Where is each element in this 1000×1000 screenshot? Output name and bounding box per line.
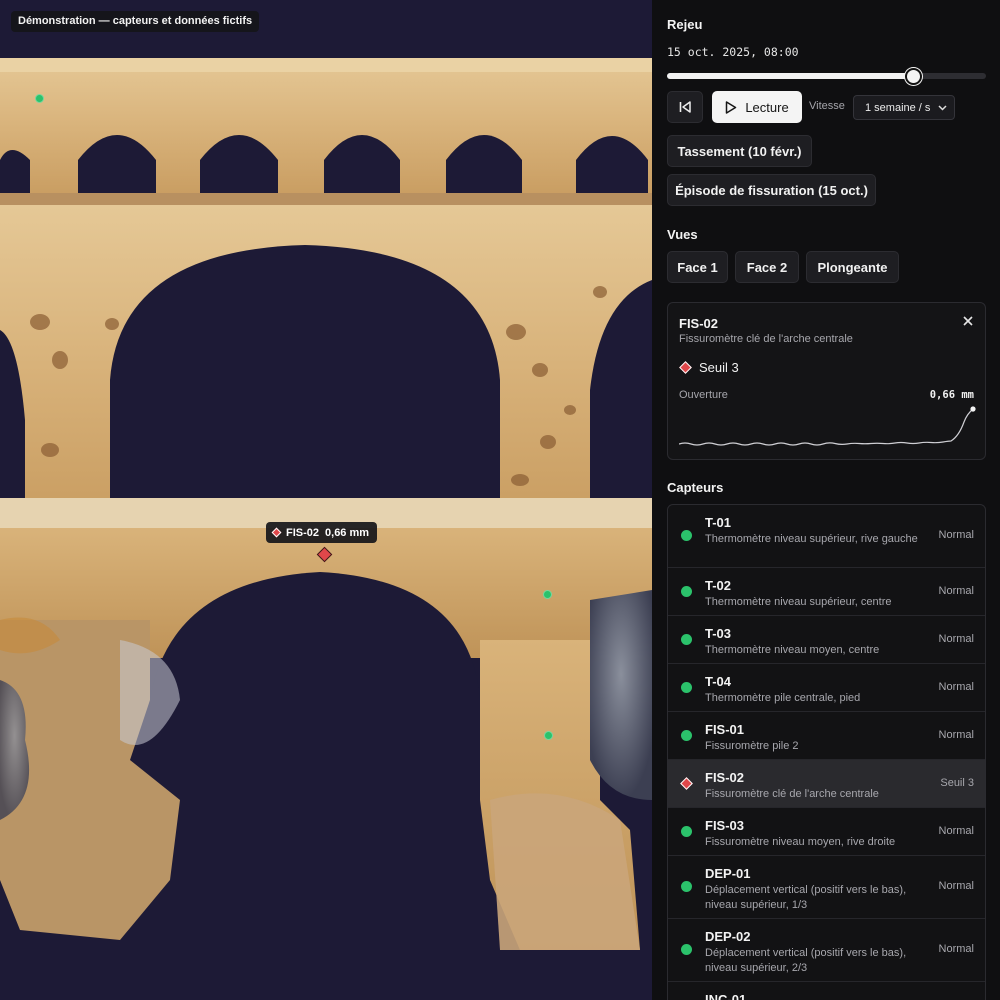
tag-sensor-name: FIS-02 <box>286 526 320 539</box>
sensor-description: Thermomètre niveau supérieur, rive gauch… <box>705 533 918 545</box>
view-button-face-2[interactable]: Face 2 <box>735 251 799 283</box>
sensor-description: Fissuromètre clé de l'arche centrale <box>705 788 879 800</box>
sensor-name: FIS-01 <box>705 722 745 737</box>
replay-timestamp: 15 oct. 2025, 08:00 <box>667 45 799 59</box>
sensor-description: Thermomètre pile centrale, pied <box>705 692 861 704</box>
status-dot-icon <box>681 682 692 693</box>
status-dot-icon <box>681 730 692 741</box>
alert-diamond-icon <box>680 777 693 790</box>
event-button-fissuration[interactable]: Épisode de fissuration (15 oct.) <box>667 174 876 206</box>
sensor-marker-fis-03[interactable] <box>543 590 552 599</box>
view-label: Face 2 <box>746 259 788 275</box>
sensor-status: Normal <box>938 529 974 541</box>
status-dot-icon <box>681 881 692 892</box>
sensor-status: Normal <box>938 681 974 693</box>
sensor-row-t-01[interactable]: T-01 Thermomètre niveau supérieur, rive … <box>668 505 985 568</box>
sensor-name: DEP-01 <box>705 866 751 881</box>
sensor-row-t-03[interactable]: T-03 Thermomètre niveau moyen, centre No… <box>668 616 985 664</box>
status-dot-icon <box>681 944 692 955</box>
detail-sensor-description: Fissuromètre clé de l'arche centrale <box>679 333 853 345</box>
sensor-row-t-04[interactable]: T-04 Thermomètre pile centrale, pied Nor… <box>668 664 985 712</box>
sensor-name: FIS-02 <box>705 770 745 785</box>
aqueduct-model[interactable] <box>0 0 652 1000</box>
sensor-list: T-01 Thermomètre niveau supérieur, rive … <box>667 504 986 1000</box>
sensor-description: Fissuromètre niveau moyen, rive droite <box>705 836 896 848</box>
sensor-marker-t-04[interactable] <box>544 731 553 740</box>
sensor-status: Seuil 3 <box>940 777 974 789</box>
detail-state: Seuil 3 <box>679 360 739 375</box>
sensor-tag-fis-02: FIS-02 0,66 mm <box>266 522 378 543</box>
event-label: Tassement (10 févr.) <box>677 143 802 159</box>
detail-metric-label: Ouverture <box>679 389 728 401</box>
speed-label: Vitesse <box>809 100 845 112</box>
replay-slider[interactable] <box>667 68 986 85</box>
sensor-status: Normal <box>938 585 974 597</box>
sensor-status: Normal <box>938 633 974 645</box>
sensor-status: Normal <box>938 943 974 955</box>
sensor-name: T-01 <box>705 515 732 530</box>
sensor-description: Fissuromètre pile 2 <box>705 740 799 752</box>
sensor-row-t-02[interactable]: T-02 Thermomètre niveau supérieur, centr… <box>668 568 985 616</box>
side-panel: Rejeu 15 oct. 2025, 08:00 Lecture Vitess… <box>652 0 1000 1000</box>
sensor-status: Normal <box>938 729 974 741</box>
chevron-down-icon <box>938 105 947 111</box>
view-button-plongeante[interactable]: Plongeante <box>806 251 899 283</box>
status-dot-icon <box>681 826 692 837</box>
speed-value: 1 semaine / s <box>865 101 931 114</box>
view-button-face-1[interactable]: Face 1 <box>667 251 728 283</box>
sensor-description: Déplacement vertical (positif vers le ba… <box>705 884 907 911</box>
sensor-name: INC-01 <box>705 992 747 1000</box>
detail-metric-value: 0,66 mm <box>929 389 974 401</box>
views-title: Vues <box>667 227 698 242</box>
sensor-name: FIS-03 <box>705 818 745 833</box>
skip-back-icon <box>679 101 691 113</box>
detail-sensor-name: FIS-02 <box>679 316 719 331</box>
tag-sensor-value: 0,66 mm <box>325 526 370 539</box>
status-dot-icon <box>681 530 692 541</box>
status-dot-icon <box>681 634 692 645</box>
view-label: Face 1 <box>677 259 718 275</box>
sensor-status: Normal <box>938 880 974 892</box>
sensor-name: T-04 <box>705 674 732 689</box>
sensor-description: Thermomètre niveau moyen, centre <box>705 644 880 656</box>
sensor-detail-card: FIS-02 Fissuromètre clé de l'arche centr… <box>667 302 986 460</box>
sensor-row-dep-02[interactable]: DEP-02 Déplacement vertical (positif ver… <box>668 919 985 982</box>
play-label: Lecture <box>745 99 789 115</box>
sensor-row-fis-02[interactable]: FIS-02 Fissuromètre clé de l'arche centr… <box>668 760 985 808</box>
sensor-row-inc-01[interactable]: INC-01 <box>668 982 985 1000</box>
restart-button[interactable] <box>667 91 703 123</box>
sensor-row-fis-01[interactable]: FIS-01 Fissuromètre pile 2 Normal <box>668 712 985 760</box>
sensor-name: T-03 <box>705 626 732 641</box>
view-label: Plongeante <box>817 259 888 275</box>
play-icon <box>726 100 737 114</box>
event-button-tassement[interactable]: Tassement (10 févr.) <box>667 135 812 167</box>
scene-viewport[interactable]: Démonstration — capteurs et données fict… <box>0 0 652 1000</box>
speed-select[interactable]: 1 semaine / s <box>853 95 955 120</box>
sensor-description: Thermomètre niveau supérieur, centre <box>705 596 892 608</box>
opening-sparkline <box>679 406 976 446</box>
close-icon[interactable] <box>962 315 974 327</box>
sensor-row-dep-01[interactable]: DEP-01 Déplacement vertical (positif ver… <box>668 856 985 919</box>
sensor-description: Déplacement vertical (positif vers le ba… <box>705 947 907 974</box>
demo-badge: Démonstration — capteurs et données fict… <box>11 11 260 32</box>
sensor-name: DEP-02 <box>705 929 751 944</box>
sensor-marker-t-01[interactable] <box>35 94 44 103</box>
status-dot-icon <box>681 586 692 597</box>
alert-diamond-icon <box>271 527 282 538</box>
detail-state-label: Seuil 3 <box>699 360 739 375</box>
slider-thumb[interactable] <box>904 68 922 85</box>
play-button[interactable]: Lecture <box>712 91 802 123</box>
sensor-status: Normal <box>938 825 974 837</box>
sensor-name: T-02 <box>705 578 732 593</box>
sensor-row-fis-03[interactable]: FIS-03 Fissuromètre niveau moyen, rive d… <box>668 808 985 856</box>
slider-fill <box>667 73 913 79</box>
replay-title: Rejeu <box>667 17 703 32</box>
alert-diamond-icon <box>679 361 692 374</box>
sensors-title: Capteurs <box>667 480 724 495</box>
event-label: Épisode de fissuration (15 oct.) <box>675 182 868 198</box>
